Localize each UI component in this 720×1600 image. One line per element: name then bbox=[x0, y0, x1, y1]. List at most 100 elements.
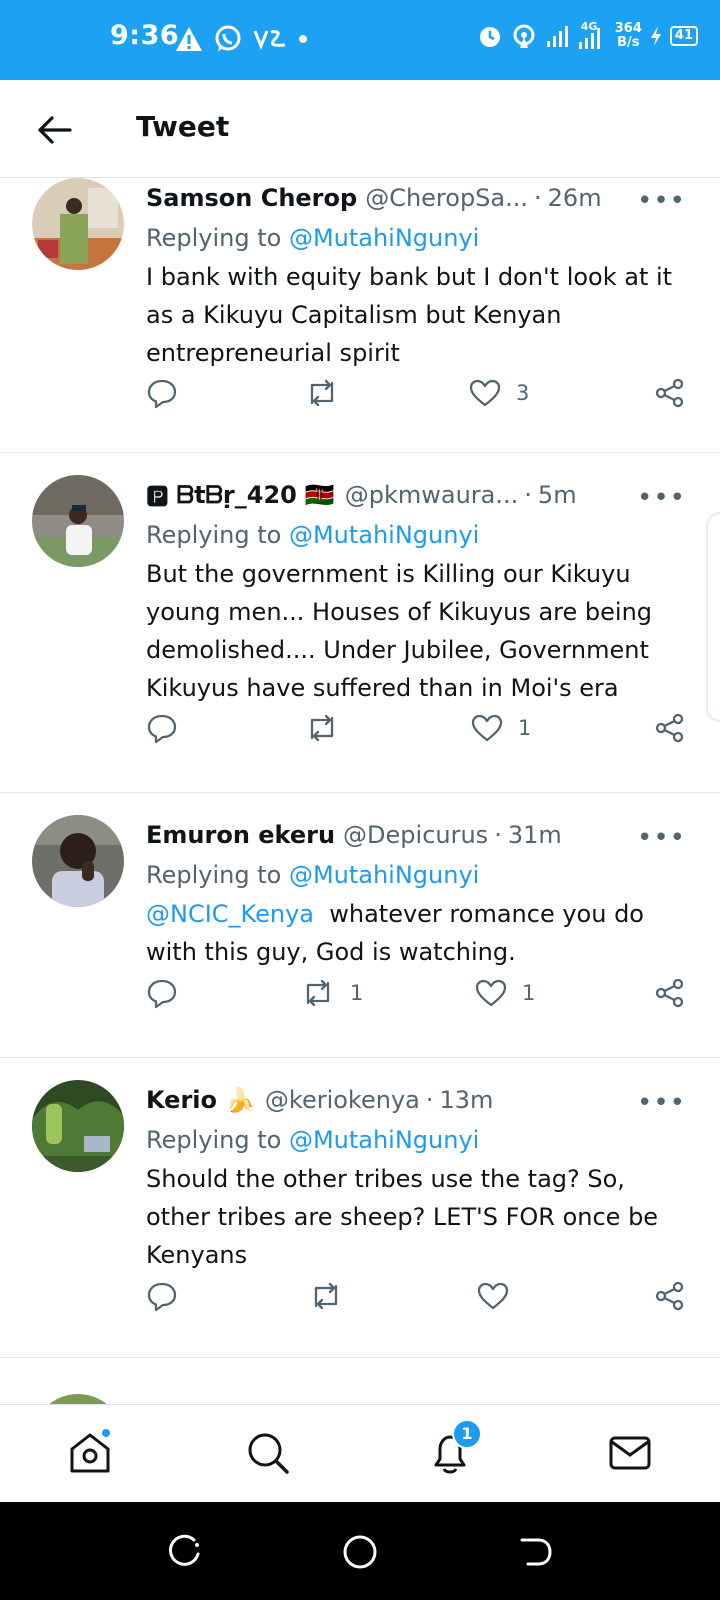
like-button[interactable] bbox=[476, 1276, 524, 1316]
reply-button[interactable] bbox=[146, 708, 178, 748]
nav-search[interactable] bbox=[244, 1429, 292, 1477]
tweet[interactable]: 🅿 ᗷtᗷṛ_420 🇰🇪 @pkmwaura... · 5m ••• Repl… bbox=[0, 453, 720, 793]
more-options-icon[interactable]: ••• bbox=[637, 823, 686, 853]
username[interactable]: @keriokenya bbox=[265, 1086, 420, 1114]
display-name[interactable]: Kerio bbox=[146, 1086, 217, 1114]
network-speed: 364 B/s bbox=[614, 21, 642, 50]
share-icon bbox=[655, 378, 684, 408]
notifications-badge: 1 bbox=[452, 1419, 482, 1449]
retweet-icon bbox=[314, 1282, 338, 1310]
new-content-dot bbox=[100, 1427, 112, 1439]
status-bar: 9:36 4G 364 B/s 41 bbox=[0, 0, 720, 80]
kenya-flag-emoji: 🇰🇪 bbox=[304, 481, 335, 509]
app-header: Tweet bbox=[0, 80, 720, 178]
status-system-icons: 4G 364 B/s 41 bbox=[477, 20, 698, 50]
retweet-button[interactable] bbox=[304, 708, 354, 748]
share-button[interactable] bbox=[654, 1276, 686, 1316]
ncic-mention-link[interactable]: @NCIC_Kenya bbox=[146, 900, 314, 928]
display-name[interactable]: Samson Cherop bbox=[146, 184, 357, 212]
separator-dot: · bbox=[534, 184, 542, 212]
share-button[interactable] bbox=[654, 373, 686, 413]
like-count: 1 bbox=[518, 716, 532, 740]
share-icon bbox=[655, 978, 684, 1008]
timestamp[interactable]: 13m bbox=[440, 1086, 494, 1114]
recent-apps-button[interactable] bbox=[166, 1532, 206, 1572]
tweet-body: Kerio 🍌 @keriokenya · 13m ••• Replying t… bbox=[146, 1080, 686, 1274]
display-name[interactable]: 🅿 ᗷtᗷṛ_420 bbox=[146, 481, 297, 509]
tweet-actions: 1 bbox=[146, 708, 686, 748]
username[interactable]: @Depicurus bbox=[343, 821, 488, 849]
tweet-actions: 3 bbox=[146, 373, 686, 413]
avatar[interactable] bbox=[32, 475, 124, 567]
battery-indicator: 41 bbox=[669, 26, 698, 46]
back-system-button[interactable] bbox=[516, 1532, 556, 1572]
reply-mention-link[interactable]: @MutahiNgunyi bbox=[289, 224, 479, 252]
avatar[interactable] bbox=[32, 815, 124, 907]
avatar[interactable] bbox=[32, 178, 124, 270]
reply-mention-link[interactable]: @MutahiNgunyi bbox=[289, 521, 479, 549]
reply-icon bbox=[147, 379, 177, 409]
tweet-header: 🅿 ᗷtᗷṛ_420 🇰🇪 @pkmwaura... · 5m bbox=[146, 475, 686, 515]
avatar[interactable] bbox=[32, 1080, 124, 1172]
warning-icon bbox=[176, 27, 202, 51]
reply-button[interactable] bbox=[146, 973, 178, 1013]
display-name[interactable]: Emuron ekeru bbox=[146, 821, 335, 849]
more-notifications-icon bbox=[299, 35, 307, 43]
status-notification-icons bbox=[175, 24, 309, 54]
bottom-navigation: 1 bbox=[0, 1404, 720, 1502]
tweet[interactable]: Kerio 🍌 @keriokenya · 13m ••• Replying t… bbox=[0, 1058, 720, 1358]
like-count: 3 bbox=[516, 381, 530, 405]
reply-icon bbox=[147, 979, 177, 1009]
replying-to: Replying to @MutahiNgunyi bbox=[146, 1126, 480, 1154]
reply-mention-link[interactable]: @MutahiNgunyi bbox=[289, 861, 479, 889]
replies-feed[interactable]: Samson Cherop @CheropSa... · 26m ••• Rep… bbox=[0, 178, 720, 1404]
reply-mention-link[interactable]: @MutahiNgunyi bbox=[289, 1126, 479, 1154]
timestamp[interactable]: 31m bbox=[508, 821, 562, 849]
tweet[interactable]: Samson Cherop @CheropSa... · 26m ••• Rep… bbox=[0, 178, 720, 453]
username[interactable]: @CheropSa... bbox=[365, 184, 528, 212]
tweet-actions bbox=[146, 1276, 686, 1316]
tweet[interactable]: Emuron ekeru @Depicurus · 31m ••• Replyi… bbox=[0, 793, 720, 1058]
timestamp[interactable]: 5m bbox=[538, 481, 577, 509]
back-button[interactable] bbox=[36, 112, 76, 148]
banana-emoji: 🍌 bbox=[225, 1086, 255, 1114]
share-button[interactable] bbox=[654, 973, 686, 1013]
separator-dot: · bbox=[524, 481, 532, 509]
share-button[interactable] bbox=[654, 708, 686, 748]
replying-to: Replying to @MutahiNgunyi bbox=[146, 224, 480, 252]
tweet-header: Emuron ekeru @Depicurus · 31m bbox=[146, 815, 686, 855]
username[interactable]: @pkmwaura... bbox=[345, 481, 519, 509]
heart-icon bbox=[477, 1282, 509, 1310]
circle-icon bbox=[343, 1535, 377, 1569]
like-button[interactable]: 3 bbox=[468, 373, 529, 413]
reply-button[interactable] bbox=[146, 373, 178, 413]
tweet-body: 🅿 ᗷtᗷṛ_420 🇰🇪 @pkmwaura... · 5m ••• Repl… bbox=[146, 475, 686, 707]
tweet-text: I bank with equity bank but I don't look… bbox=[146, 263, 673, 367]
tweet-text: @NCIC_Kenya whatever romance you do with… bbox=[146, 900, 652, 966]
separator-dot: · bbox=[494, 821, 502, 849]
heart-icon bbox=[471, 714, 503, 742]
retweet-icon bbox=[310, 714, 334, 742]
timestamp[interactable]: 26m bbox=[548, 184, 602, 212]
more-options-icon[interactable]: ••• bbox=[637, 483, 686, 513]
tweet-text: Should the other tribes use the tag? So,… bbox=[146, 1165, 659, 1269]
reply-button[interactable] bbox=[146, 1276, 178, 1316]
reply-icon bbox=[147, 714, 177, 744]
vpn-app-icon bbox=[253, 30, 286, 50]
retweet-icon bbox=[306, 979, 330, 1007]
more-options-icon[interactable]: ••• bbox=[637, 186, 686, 216]
retweet-button[interactable]: 1 bbox=[300, 973, 363, 1013]
charging-icon bbox=[650, 26, 661, 46]
like-button[interactable]: 1 bbox=[470, 708, 531, 748]
hotspot-icon bbox=[513, 24, 535, 48]
home-system-button[interactable] bbox=[340, 1532, 380, 1572]
tweet-body: Emuron ekeru @Depicurus · 31m ••• Replyi… bbox=[146, 815, 686, 971]
like-button[interactable]: 1 bbox=[474, 973, 535, 1013]
retweet-button[interactable] bbox=[304, 373, 354, 413]
back-gesture-icon bbox=[520, 1538, 552, 1566]
share-icon bbox=[655, 1281, 684, 1311]
avatar[interactable] bbox=[32, 1394, 124, 1404]
more-options-icon[interactable]: ••• bbox=[637, 1088, 686, 1118]
retweet-button[interactable] bbox=[308, 1276, 358, 1316]
nav-messages[interactable] bbox=[606, 1429, 654, 1477]
